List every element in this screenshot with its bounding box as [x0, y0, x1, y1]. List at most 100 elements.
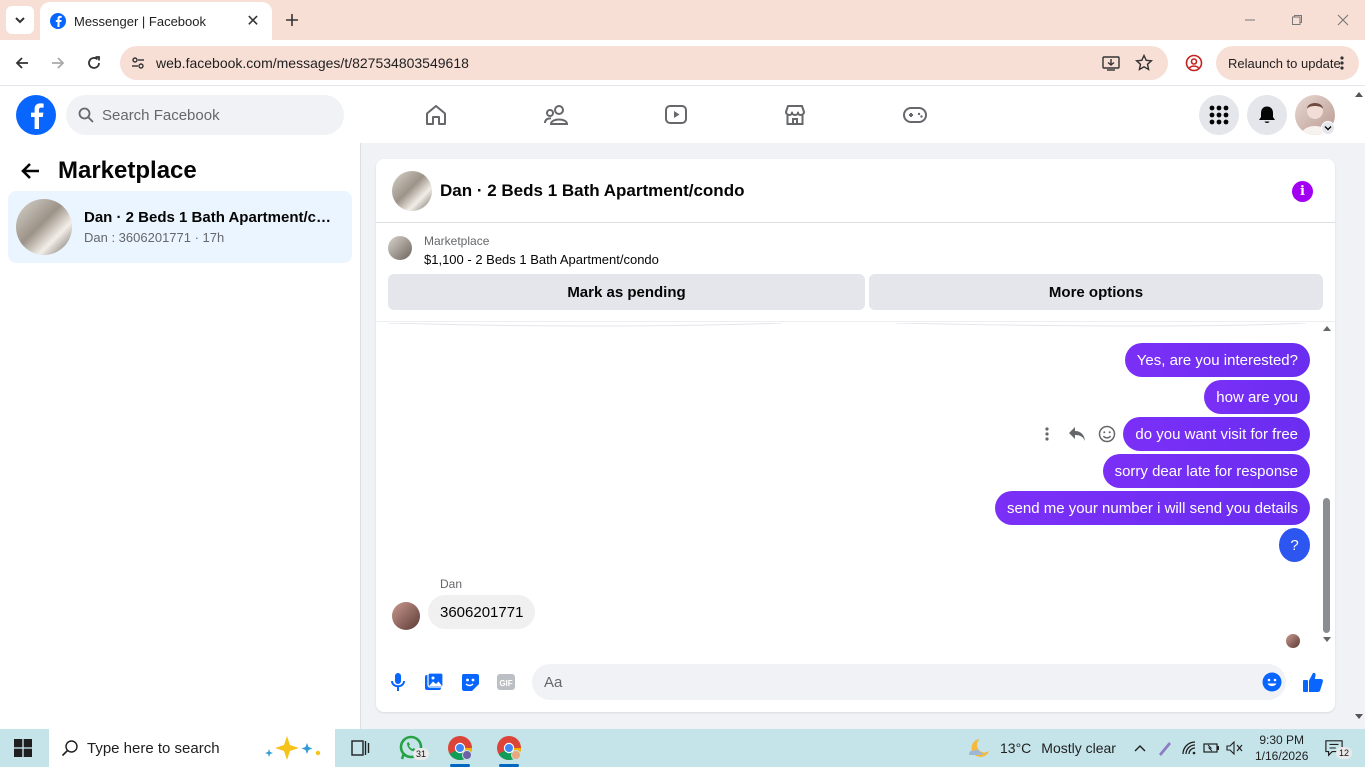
sticker-icon[interactable]: [458, 670, 482, 694]
message-input[interactable]: [532, 664, 1286, 700]
chat-header: Dan · 2 Beds 1 Bath Apartment/condo i: [376, 159, 1335, 223]
emoji-picker-icon[interactable]: [1260, 670, 1284, 694]
menu-button[interactable]: [1199, 95, 1239, 135]
facebook-logo-icon[interactable]: [16, 95, 56, 135]
nav-gaming[interactable]: [899, 99, 931, 131]
home-icon: [426, 105, 446, 125]
kebab-menu-icon: [1340, 56, 1344, 70]
listing-mini-thumbnail: [388, 236, 412, 260]
minimize-icon: [1245, 19, 1255, 21]
forward-button[interactable]: [44, 49, 72, 77]
like-thumbs-up-icon[interactable]: [1301, 670, 1325, 694]
profile-icon: [1185, 54, 1203, 72]
tab-search-button[interactable]: [6, 6, 34, 34]
whatsapp-badge: 31: [413, 748, 430, 760]
outgoing-message[interactable]: how are you: [1204, 380, 1310, 414]
page-scroll-up-icon[interactable]: [1355, 91, 1363, 97]
chat-title[interactable]: Dan · 2 Beds 1 Bath Apartment/condo: [440, 181, 744, 201]
task-view-icon[interactable]: [346, 734, 374, 762]
clock-time: 9:30 PM: [1259, 733, 1305, 747]
sender-avatar[interactable]: [392, 602, 420, 630]
message-composer: GIF: [376, 659, 1335, 705]
page-scroll-down-icon[interactable]: [1355, 714, 1363, 720]
notification-count-badge: 12: [1336, 747, 1353, 759]
info-icon[interactable]: i: [1292, 181, 1313, 202]
whatsapp-taskbar-icon[interactable]: 31: [397, 734, 430, 762]
chrome-profile-2-icon[interactable]: [495, 734, 523, 762]
conversation-preview: Dan : 3606201771 · 17h: [84, 230, 225, 245]
weather-widget[interactable]: 13°C Mostly clear: [966, 737, 1116, 759]
outgoing-message[interactable]: Yes, are you interested?: [1124, 343, 1310, 377]
more-actions-icon[interactable]: [1038, 425, 1056, 443]
scroll-down-arrow-icon[interactable]: [1323, 637, 1331, 643]
browser-tab-bar: Messenger | Facebook ✕: [0, 0, 1365, 40]
seen-indicator-avatar: [1286, 634, 1300, 648]
arrow-left-icon: [15, 57, 28, 69]
outgoing-message[interactable]: do you want visit for free: [1123, 417, 1310, 451]
notification-center-icon[interactable]: 12: [1325, 739, 1353, 759]
system-clock[interactable]: 9:30 PM 1/16/2026: [1255, 732, 1308, 764]
back-arrow-icon[interactable]: [20, 162, 40, 180]
close-window-button[interactable]: [1331, 8, 1355, 32]
message-scrollbar-thumb[interactable]: [1323, 498, 1330, 633]
taskbar-search-box[interactable]: [49, 729, 335, 767]
browser-tab[interactable]: Messenger | Facebook ✕: [40, 2, 272, 40]
facebook-search-box[interactable]: [66, 95, 344, 135]
scroll-up-arrow-icon[interactable]: [1323, 325, 1331, 331]
arrow-right-icon: [52, 57, 65, 69]
address-bar[interactable]: web.facebook.com/messages/t/827534803549…: [120, 46, 1168, 80]
profile-button[interactable]: [1180, 49, 1208, 77]
incoming-message[interactable]: 3606201771: [428, 595, 536, 629]
taskbar-search-input[interactable]: [87, 739, 257, 757]
photo-gallery-icon[interactable]: [422, 670, 446, 694]
outgoing-message[interactable]: send me your number i will send you deta…: [995, 491, 1310, 525]
network-icon[interactable]: [1181, 739, 1199, 757]
notifications-button[interactable]: [1247, 95, 1287, 135]
relaunch-to-update-button[interactable]: Relaunch to update: [1216, 46, 1359, 80]
svg-text:GIF: GIF: [499, 679, 512, 688]
listing-title[interactable]: $1,100 - 2 Beds 1 Bath Apartment/condo: [424, 252, 659, 267]
minimize-button[interactable]: [1238, 8, 1262, 32]
sidebar-title: Marketplace: [58, 157, 197, 184]
temperature: 13°C: [1000, 740, 1032, 756]
react-emoji-icon[interactable]: [1098, 425, 1116, 443]
facebook-header: [0, 87, 1365, 143]
message-list[interactable]: Yes, are you interested? how are you do …: [376, 323, 1335, 653]
plus-icon: [286, 14, 298, 26]
site-settings-icon[interactable]: [130, 55, 146, 71]
reload-button[interactable]: [80, 49, 108, 77]
volume-muted-icon[interactable]: [1226, 739, 1244, 757]
battery-icon[interactable]: [1203, 739, 1221, 757]
nav-home[interactable]: [420, 99, 452, 131]
nav-video[interactable]: [660, 99, 692, 131]
windows-start-icon[interactable]: [14, 739, 32, 757]
bookmark-star-icon[interactable]: [1135, 54, 1153, 72]
pen-menu-icon[interactable]: [1156, 739, 1174, 757]
mark-as-pending-button[interactable]: Mark as pending: [388, 274, 865, 310]
nav-friends[interactable]: [540, 99, 572, 131]
outgoing-message[interactable]: ?: [1279, 528, 1310, 562]
outgoing-message[interactable]: sorry dear late for response: [1102, 454, 1310, 488]
marketplace-listing-bar: Marketplace $1,100 - 2 Beds 1 Bath Apart…: [376, 224, 1335, 322]
conversation-item[interactable]: Dan · 2 Beds 1 Bath Apartment/co... Dan …: [8, 191, 352, 263]
gif-icon[interactable]: GIF: [494, 670, 518, 694]
facebook-search-input[interactable]: [102, 106, 322, 124]
search-icon: [78, 107, 94, 123]
tab-close-icon[interactable]: ✕: [244, 11, 262, 31]
restore-icon: [1292, 15, 1302, 25]
new-tab-button[interactable]: [280, 8, 304, 32]
show-hidden-icons-chevron-icon[interactable]: [1131, 739, 1149, 757]
sidebar-header: Marketplace: [20, 157, 197, 185]
reply-icon[interactable]: [1068, 425, 1086, 443]
chat-listing-thumbnail[interactable]: [392, 170, 432, 211]
microphone-icon[interactable]: [386, 670, 410, 694]
back-button[interactable]: [8, 49, 36, 77]
account-chevron-icon[interactable]: [1321, 121, 1335, 135]
restore-button[interactable]: [1285, 8, 1309, 32]
chrome-profile-1-icon[interactable]: [446, 734, 474, 762]
copilot-sparkle-icon[interactable]: [263, 735, 325, 761]
install-app-icon[interactable]: [1102, 54, 1120, 72]
nav-marketplace[interactable]: [779, 99, 811, 131]
more-options-button[interactable]: More options: [869, 274, 1323, 310]
page-scrollbar[interactable]: [1353, 87, 1365, 729]
